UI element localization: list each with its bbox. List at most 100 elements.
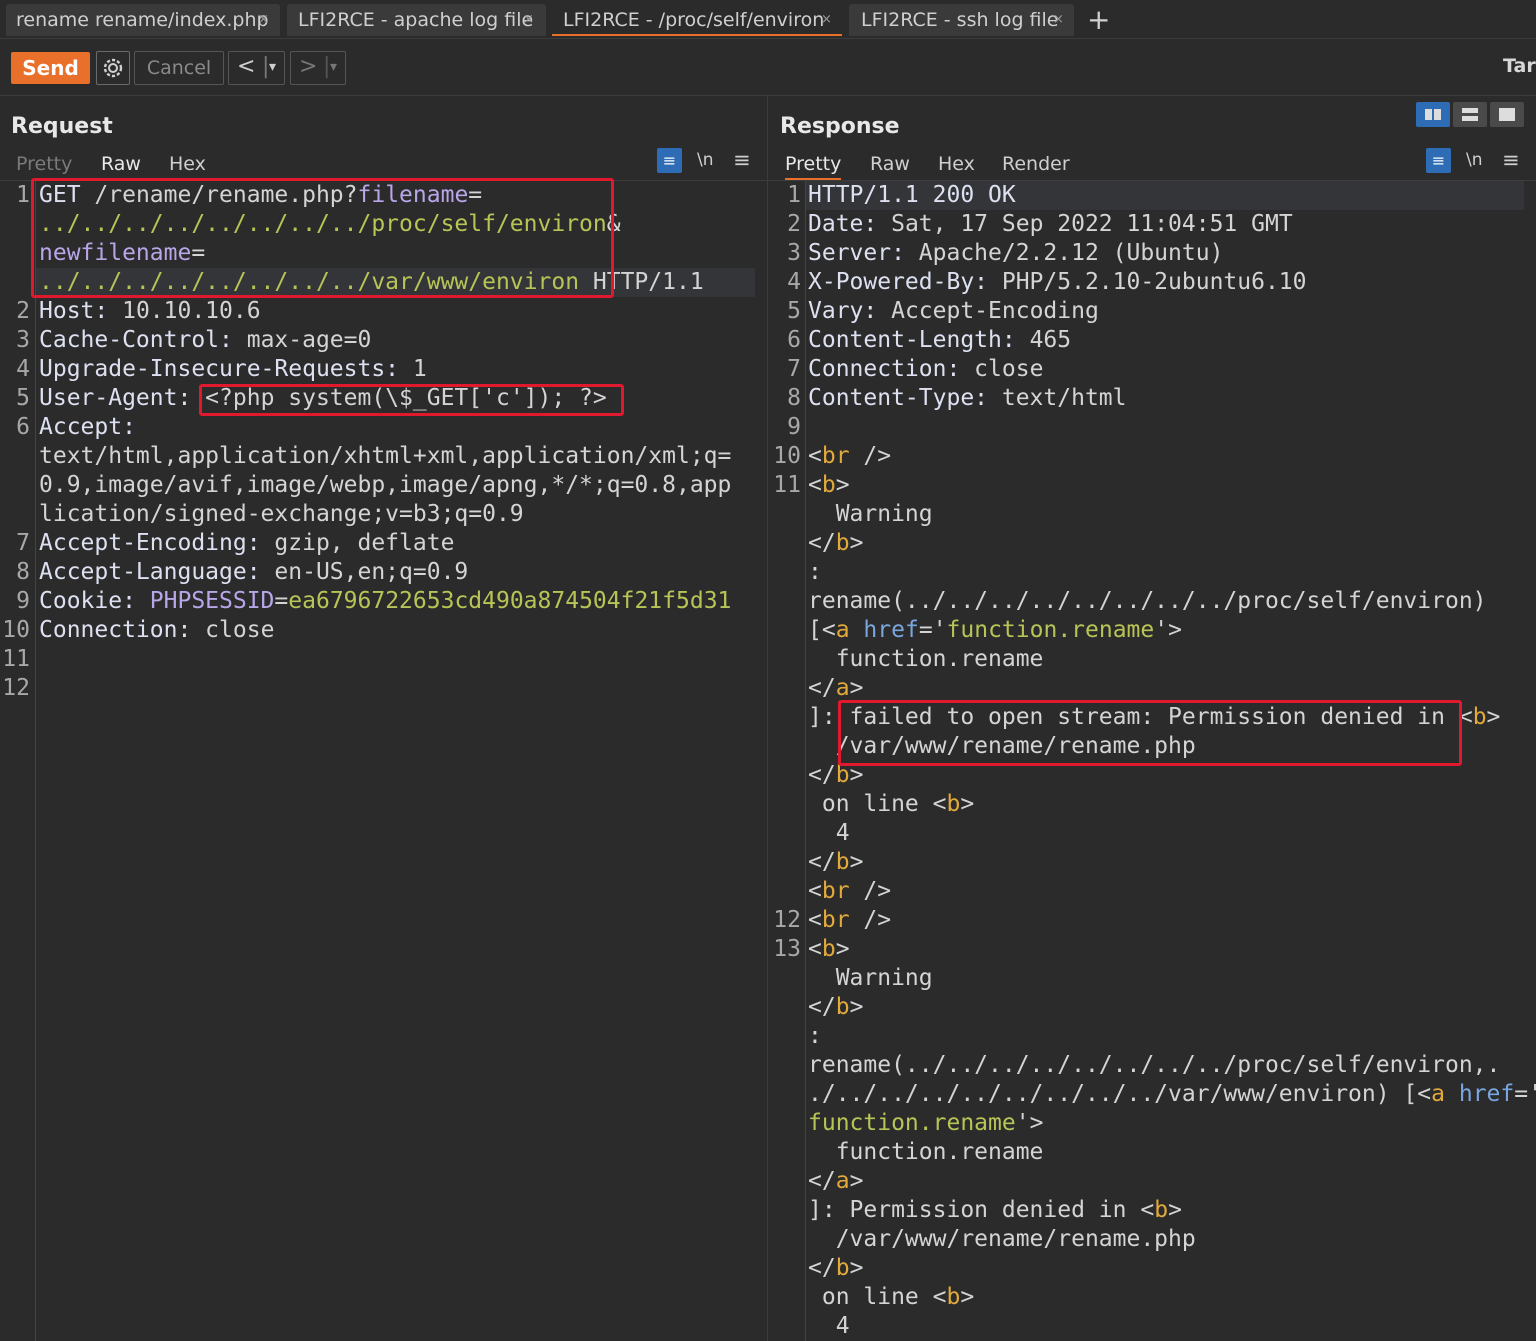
code-line: Warning [808, 965, 933, 991]
line-number: 3 [787, 240, 801, 266]
highlight-box-permission-denied [838, 700, 1462, 766]
code-line: /var/www/rename/rename.php [808, 1226, 1196, 1252]
line-number: 1 [787, 182, 801, 208]
gear-icon[interactable] [96, 51, 130, 85]
code-line: function.rename'> [808, 1110, 1044, 1136]
line-number: 11 [2, 646, 30, 672]
split-horizontal-icon[interactable] [1416, 102, 1450, 127]
tab-pretty[interactable]: Pretty [16, 153, 72, 175]
line-number: 5 [787, 298, 801, 324]
tab-ssh-log[interactable]: LFI2RCE - ssh log file × [849, 4, 1074, 36]
code-line: 1 HTTP/1.1 200 OK [768, 181, 1536, 210]
line-number: 2 [787, 211, 801, 237]
add-tab-icon[interactable]: + [1087, 4, 1110, 36]
single-pane-icon[interactable] [1490, 102, 1524, 127]
newline-toggle-icon[interactable]: \n [1466, 150, 1483, 170]
line-number: 4 [787, 269, 801, 295]
layout-toggle [1416, 102, 1524, 127]
wrap-lines-icon[interactable]: ≡ [1426, 148, 1451, 173]
request-editor[interactable]: 1 GET /rename/rename.php?filename= ../..… [0, 178, 767, 1341]
code-line: 11 [0, 645, 767, 674]
code-line: ./../../../../../../../../var/www/enviro… [808, 1081, 1536, 1107]
tab-rename-index[interactable]: rename rename/index.php × [6, 4, 280, 36]
code-line: function.rename [808, 1139, 1044, 1165]
code-line: Warning [808, 501, 933, 527]
chevron-down-icon[interactable]: ▾ [330, 52, 337, 82]
split-vertical-icon[interactable] [1453, 102, 1487, 127]
tab-label: LFI2RCE - ssh log file [861, 9, 1059, 31]
code-line: </b> [808, 994, 864, 1020]
code-line: 8 Accept-Language: en-US,en;q=0.9 [0, 558, 767, 587]
code-line: 4 [808, 820, 850, 846]
line-number: 1 [16, 182, 30, 208]
back-button[interactable]: < | ▾ [228, 51, 285, 85]
close-icon[interactable]: × [821, 4, 832, 36]
response-pane: Response Pretty Raw Hex Render ≡ \n ≡ 1 … [768, 96, 1536, 1341]
code-line: on line <b> [808, 791, 975, 817]
tab-hex[interactable]: Hex [938, 153, 975, 175]
send-button[interactable]: Send [11, 52, 90, 84]
wrap-lines-icon[interactable]: ≡ [657, 148, 682, 173]
chevron-down-icon[interactable]: ▾ [269, 52, 276, 82]
cancel-button[interactable]: Cancel [134, 51, 224, 85]
tab-render[interactable]: Render [1002, 153, 1070, 175]
response-editor[interactable]: 1 HTTP/1.1 200 OK 2 Date: Sat, 17 Sep 20… [768, 180, 1536, 1341]
newline-toggle-icon[interactable]: \n [697, 150, 714, 170]
line-number: 3 [16, 327, 30, 353]
line-number: 13 [773, 936, 801, 962]
code-line: </b> [808, 1255, 864, 1281]
line-number: 8 [787, 385, 801, 411]
code-line: <br /> [808, 878, 892, 904]
target-label[interactable]: Tar [1503, 55, 1536, 77]
request-pane: Request Pretty Raw Hex ≡ \n ≡ 1 GET /ren… [0, 96, 768, 1341]
code-line: : [808, 1023, 822, 1049]
tab-raw[interactable]: Raw [870, 153, 910, 175]
tab-label: rename rename/index.php [16, 9, 269, 31]
menu-icon[interactable]: ≡ [733, 148, 751, 172]
close-icon[interactable]: × [1053, 4, 1064, 36]
line-number: 6 [787, 327, 801, 353]
code-line: 7 Accept-Encoding: gzip, deflate [0, 529, 767, 558]
code-line: 9 Cookie: PHPSESSID=ea6796722653cd490a87… [0, 587, 767, 616]
tab-raw[interactable]: Raw [101, 153, 141, 180]
code-line: </a> [808, 675, 864, 701]
code-line: 11 <b> [768, 471, 1536, 500]
tab-hex[interactable]: Hex [169, 153, 206, 175]
request-title: Request [11, 114, 113, 139]
code-line: </b> [808, 849, 864, 875]
response-title: Response [780, 114, 900, 139]
highlight-box-request-line [31, 178, 614, 298]
menu-icon[interactable]: ≡ [1502, 148, 1520, 172]
close-icon[interactable]: × [258, 4, 269, 36]
line-number: 7 [16, 530, 30, 556]
code-line: on line <b> [808, 1284, 975, 1310]
tab-apache-log[interactable]: LFI2RCE - apache log file × [287, 4, 546, 36]
tab-label: LFI2RCE - apache log file [298, 9, 534, 31]
line-number: 12 [773, 907, 801, 933]
line-number: 12 [2, 675, 30, 701]
code-line: 5 Vary: Accept-Encoding [768, 297, 1536, 326]
code-line: 0.9,image/avif,image/webp,image/apng,*/*… [39, 472, 732, 498]
code-line: 4 [808, 1313, 850, 1339]
code-line: 8 Content-Type: text/html [768, 384, 1536, 413]
code-line: 9 [768, 413, 1536, 442]
code-line: </a> [808, 1168, 864, 1194]
code-line: 3 Cache-Control: max-age=0 [0, 326, 767, 355]
line-number: 2 [16, 298, 30, 324]
line-number: 11 [773, 472, 801, 498]
line-number: 8 [16, 559, 30, 585]
tab-proc-self-environ[interactable]: LFI2RCE - /proc/self/environ × [552, 4, 842, 36]
close-icon[interactable]: × [523, 4, 534, 36]
code-line: lication/signed-exchange;v=b3;q=0.9 [39, 501, 524, 527]
code-line: 12 <br /> [768, 906, 1536, 935]
forward-button[interactable]: > | ▾ [290, 51, 346, 85]
code-line: 10 <br /> [768, 442, 1536, 471]
line-number: 10 [2, 617, 30, 643]
tab-pretty[interactable]: Pretty [785, 153, 842, 180]
line-number: 10 [773, 443, 801, 469]
toolbar: Send Cancel < | ▾ > | ▾ Tar [0, 39, 1536, 96]
tab-label: LFI2RCE - /proc/self/environ [563, 9, 825, 31]
code-line: text/html,application/xhtml+xml,applicat… [39, 443, 732, 469]
chevron-right-icon: > [299, 54, 318, 79]
code-line: 2 Host: 10.10.10.6 [0, 297, 767, 326]
